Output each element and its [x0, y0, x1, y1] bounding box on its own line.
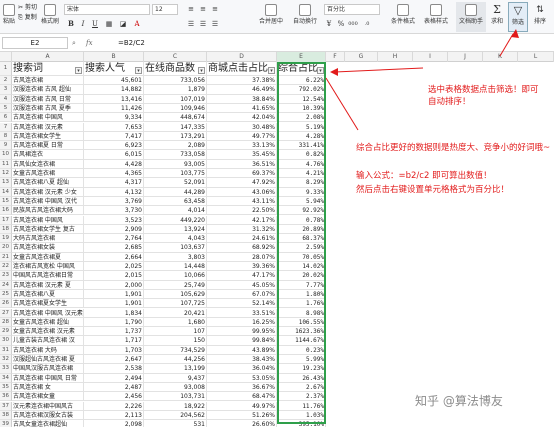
- format-annotation: 然后点击右键设置单元格格式为百分比！: [356, 185, 510, 195]
- arrow-to-filter-head: [511, 29, 519, 38]
- ratio-annotation: 综合占比更好的数据则是热度大、竞争小的好词哦~: [356, 143, 551, 153]
- filter-annotation: 选中表格数据点击筛选！即可自动排序！: [428, 85, 539, 107]
- arrow-to-column-line: [334, 67, 424, 73]
- annotation-arrows: [325, 29, 519, 131]
- arrow-to-cell-line: [325, 77, 359, 131]
- arrow-to-filter-line: [499, 33, 514, 57]
- formula-annotation: 输入公式：=b2/c2 即可算出数值！: [356, 171, 492, 181]
- watermark: 知乎 @算法博友: [415, 394, 503, 408]
- arrow-to-column-head: [330, 68, 338, 76]
